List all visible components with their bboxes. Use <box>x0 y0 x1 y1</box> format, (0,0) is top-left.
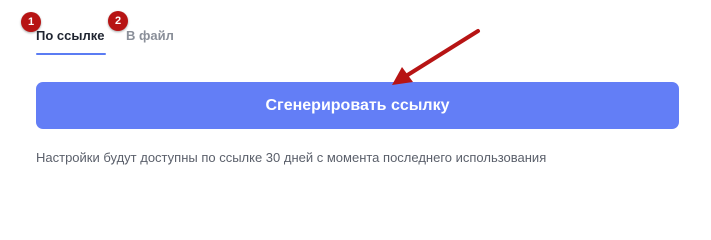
tab-by-link[interactable]: По ссылке <box>36 28 104 43</box>
tab-to-file[interactable]: В файл <box>126 28 174 43</box>
annotation-badge-2: 2 <box>108 11 128 31</box>
active-tab-indicator <box>36 53 106 55</box>
generate-link-button[interactable]: Сгенерировать ссылку <box>36 82 679 129</box>
settings-availability-note: Настройки будут доступны по ссылке 30 дн… <box>36 150 547 165</box>
annotation-badge-1: 1 <box>21 12 41 32</box>
